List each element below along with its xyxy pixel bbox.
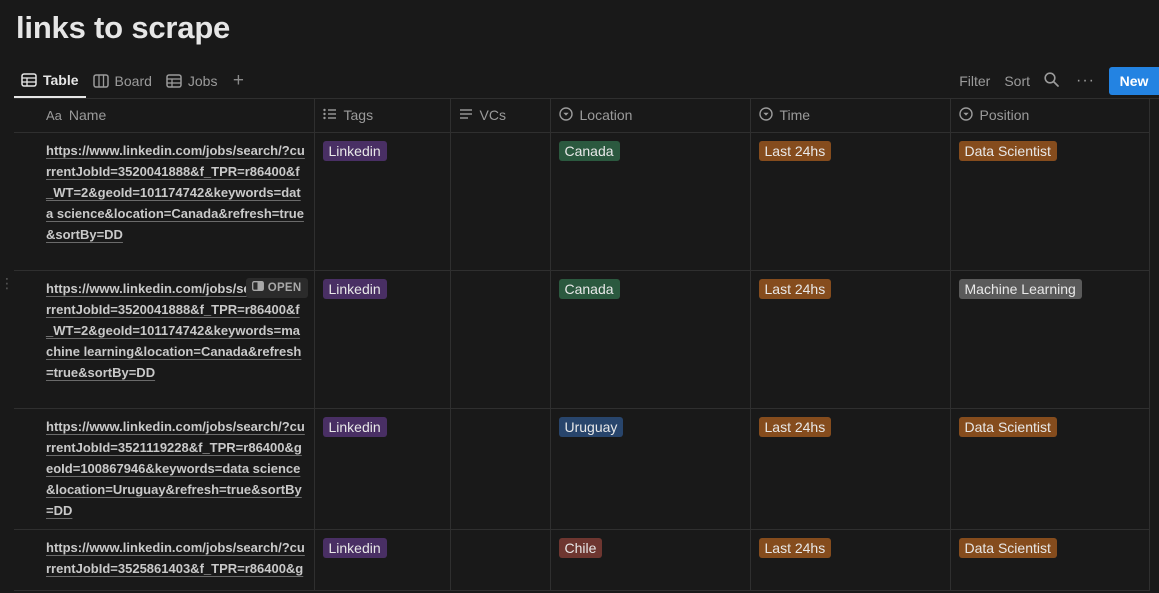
add-view-button[interactable]: +: [224, 64, 252, 98]
time-pill: Last 24hs: [758, 278, 832, 299]
row-name-link[interactable]: https://www.linkedin.com/jobs/search/?cu…: [46, 140, 306, 245]
column-header-name[interactable]: Aa Name: [14, 99, 315, 133]
table-row[interactable]: https://www.linkedin.com/jobs/search/?cu…: [14, 270, 1150, 409]
database-table: Aa Name Tags VCs Location Time Position …: [14, 99, 1150, 591]
column-header-label: VCs: [479, 107, 506, 124]
tab-table[interactable]: Table: [14, 64, 86, 98]
text-icon: [459, 107, 473, 123]
multi-select-icon: [322, 107, 337, 123]
time-pill: Last 24hs: [758, 416, 832, 437]
name-cell[interactable]: https://www.linkedin.com/jobs/search/?cu…: [14, 270, 315, 409]
position-pill: Data Scientist: [958, 140, 1057, 161]
position-pill: Data Scientist: [958, 416, 1057, 437]
location-pill: Canada: [558, 278, 620, 299]
time-cell[interactable]: Last 24hs: [750, 529, 951, 591]
name-cell[interactable]: https://www.linkedin.com/jobs/search/?cu…: [14, 408, 315, 530]
position-cell[interactable]: Data Scientist: [950, 132, 1150, 271]
time-pill: Last 24hs: [758, 140, 832, 161]
location-cell[interactable]: Chile: [550, 529, 751, 591]
table-header-row: Aa Name Tags VCs Location Time Position: [14, 99, 1150, 133]
time-cell[interactable]: Last 24hs: [750, 408, 951, 530]
tags-cell[interactable]: Linkedin: [314, 270, 451, 409]
vcs-cell[interactable]: [450, 408, 551, 530]
column-header-label: Time: [779, 107, 811, 124]
open-page-icon: [251, 281, 264, 294]
drag-handle-icon[interactable]: ⋮: [0, 276, 14, 290]
view-tabs: Table Board Jobs +: [14, 64, 252, 98]
time-pill: Last 24hs: [758, 537, 832, 558]
vcs-cell[interactable]: [450, 529, 551, 591]
location-cell[interactable]: Canada: [550, 270, 751, 409]
tab-board-label: Board: [114, 73, 152, 89]
open-label: OPEN: [267, 281, 302, 294]
location-cell[interactable]: Canada: [550, 132, 751, 271]
position-cell[interactable]: Machine Learning: [950, 270, 1150, 409]
table-icon: [21, 73, 37, 87]
location-cell[interactable]: Uruguay: [550, 408, 751, 530]
table-row[interactable]: https://www.linkedin.com/jobs/search/?cu…: [14, 408, 1150, 530]
row-name-link[interactable]: https://www.linkedin.com/jobs/search/?cu…: [46, 538, 306, 582]
select-icon: [758, 107, 773, 124]
column-header-label: Location: [579, 107, 633, 124]
location-pill: Canada: [558, 140, 620, 161]
vcs-cell[interactable]: [450, 132, 551, 271]
column-header-label: Name: [68, 107, 107, 124]
text-property-icon: Aa: [46, 107, 62, 123]
column-header-tags[interactable]: Tags: [314, 99, 451, 133]
name-cell[interactable]: https://www.linkedin.com/jobs/search/?cu…: [14, 529, 315, 591]
location-pill: Chile: [558, 537, 603, 558]
view-actions: Filter Sort ··· New: [952, 64, 1159, 98]
search-icon: [1044, 72, 1059, 90]
tag-pill: Linkedin: [322, 140, 387, 161]
column-header-position[interactable]: Position: [950, 99, 1150, 133]
tag-pill: Linkedin: [322, 278, 387, 299]
new-button[interactable]: New: [1109, 67, 1159, 95]
select-icon: [958, 107, 973, 124]
table-icon: [166, 74, 182, 88]
column-header-location[interactable]: Location: [550, 99, 751, 133]
tag-pill: Linkedin: [322, 537, 387, 558]
position-cell[interactable]: Data Scientist: [950, 408, 1150, 530]
tab-board[interactable]: Board: [86, 64, 159, 98]
sort-button[interactable]: Sort: [997, 73, 1037, 89]
page-title: links to scrape: [16, 10, 231, 45]
vcs-cell[interactable]: [450, 270, 551, 409]
tab-jobs-label: Jobs: [187, 73, 218, 89]
location-pill: Uruguay: [558, 416, 624, 437]
time-cell[interactable]: Last 24hs: [750, 270, 951, 409]
column-header-label: Tags: [343, 107, 374, 124]
column-header-vcs[interactable]: VCs: [450, 99, 551, 133]
tab-table-label: Table: [43, 72, 79, 88]
name-cell[interactable]: https://www.linkedin.com/jobs/search/?cu…: [14, 132, 315, 271]
search-button[interactable]: [1037, 72, 1066, 90]
board-icon: [92, 74, 109, 88]
position-pill: Data Scientist: [958, 537, 1057, 558]
column-header-label: Position: [979, 107, 1030, 124]
table-row[interactable]: https://www.linkedin.com/jobs/search/?cu…: [14, 529, 1150, 591]
open-row-button[interactable]: OPEN: [245, 277, 308, 298]
column-header-time[interactable]: Time: [750, 99, 951, 133]
time-cell[interactable]: Last 24hs: [750, 132, 951, 271]
tag-pill: Linkedin: [322, 416, 387, 437]
more-options-button[interactable]: ···: [1066, 72, 1105, 90]
filter-button[interactable]: Filter: [952, 73, 997, 89]
table-row[interactable]: https://www.linkedin.com/jobs/search/?cu…: [14, 132, 1150, 271]
view-bar: Table Board Jobs + Filter Sort ··· New: [14, 64, 1159, 98]
position-pill: Machine Learning: [958, 278, 1082, 299]
tags-cell[interactable]: Linkedin: [314, 132, 451, 271]
tab-jobs[interactable]: Jobs: [159, 64, 225, 98]
select-icon: [558, 107, 573, 124]
tags-cell[interactable]: Linkedin: [314, 408, 451, 530]
row-name-link[interactable]: https://www.linkedin.com/jobs/search/?cu…: [46, 416, 306, 521]
tags-cell[interactable]: Linkedin: [314, 529, 451, 591]
position-cell[interactable]: Data Scientist: [950, 529, 1150, 591]
